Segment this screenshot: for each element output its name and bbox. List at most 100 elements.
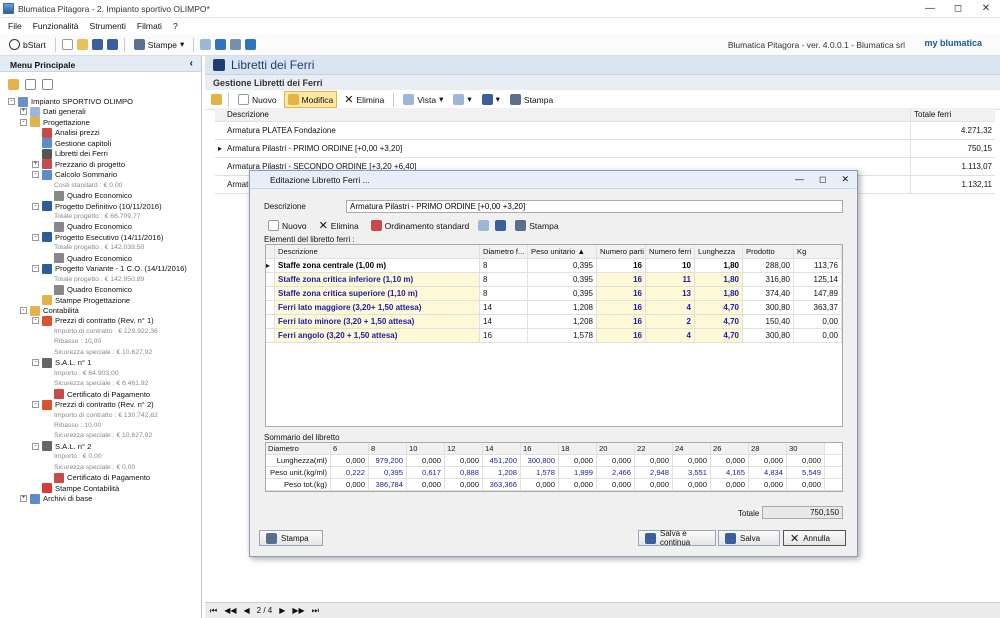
prev-page-icon[interactable]: ◀◀ xyxy=(224,606,236,615)
refresh-icon[interactable] xyxy=(200,39,212,50)
tree-item[interactable]: Certificato di Pagamento xyxy=(44,472,150,483)
back-arrow-icon[interactable] xyxy=(215,39,227,50)
tree-item[interactable]: Sicurezza speciale : € 0,00 xyxy=(44,462,135,473)
cell-peso[interactable]: 1,208 xyxy=(528,301,597,314)
tree-item[interactable]: - S.A.L. n° 2 xyxy=(32,441,91,452)
tree-item[interactable]: Totale progetto : € 142.950,89 xyxy=(44,274,144,285)
tree-item[interactable]: Sicurezza speciale : € 6.461,92 xyxy=(44,378,148,389)
expander-icon[interactable]: - xyxy=(32,265,39,273)
cell-ferri[interactable]: 13 xyxy=(646,287,695,300)
cell-desc[interactable]: Staffe zona critica superiore (1,10 m) xyxy=(275,287,480,300)
prev-record-icon[interactable]: ◀ xyxy=(244,606,250,615)
menu-funzionalita[interactable]: Funzionalità xyxy=(33,21,79,31)
tree-item[interactable]: Quadro Economico xyxy=(44,253,132,264)
menu-filmati[interactable]: Filmati xyxy=(137,21,162,31)
home-icon[interactable] xyxy=(230,39,242,50)
cell-peso[interactable]: 1,578 xyxy=(528,329,597,342)
cell-lung[interactable]: 4,70 xyxy=(695,301,743,314)
expander-icon[interactable]: - xyxy=(20,307,27,314)
cell-prod[interactable]: 374,40 xyxy=(743,287,794,300)
export-dropdown[interactable]: ▾ xyxy=(479,92,503,107)
description-input[interactable] xyxy=(346,200,843,213)
next-page-icon[interactable]: ▶▶ xyxy=(292,606,304,615)
nuovo-element-button[interactable]: Nuovo xyxy=(265,218,310,233)
cell-peso[interactable]: 1,208 xyxy=(528,315,597,328)
tree-item[interactable]: Importo di contratto : € 129.922,36 xyxy=(44,326,158,337)
stampe-dropdown[interactable]: Stampe ▾ xyxy=(131,37,188,52)
tree-item[interactable]: - Progettazione xyxy=(20,117,90,128)
tree-item[interactable]: Analisi prezzi xyxy=(32,127,100,138)
tree-item[interactable]: Sicurezza speciale : € 10.627,92 xyxy=(44,347,152,358)
new-file-icon[interactable] xyxy=(61,39,73,50)
column-prodotto[interactable]: Prodotto xyxy=(743,245,794,258)
cell-prod[interactable]: 316,80 xyxy=(743,273,794,286)
stampa-element-button[interactable]: Stampa xyxy=(512,218,561,233)
cell-parti[interactable]: 16 xyxy=(597,259,646,272)
tree-item[interactable]: Certificato di Pagamento xyxy=(44,389,150,400)
cell-parti[interactable]: 16 xyxy=(597,301,646,314)
cell-prod[interactable]: 288,00 xyxy=(743,259,794,272)
elimina-element-button[interactable]: ✕ Elimina xyxy=(316,217,362,234)
collapse-sidebar-icon[interactable]: ‹ xyxy=(190,58,193,69)
expander-icon[interactable]: + xyxy=(20,495,27,503)
cell-parti[interactable]: 16 xyxy=(597,287,646,300)
dialog-minimize-button[interactable]: — xyxy=(795,174,804,185)
tree-item[interactable]: Quadro Economico xyxy=(44,221,132,232)
collapse-all-icon[interactable] xyxy=(42,78,53,90)
element-row[interactable]: ▸ Staffe zona centrale (1,00 m) 8 0,395 16 10… xyxy=(266,259,842,273)
cell-kg[interactable]: 125,14 xyxy=(794,273,842,286)
element-row[interactable]: Staffe zona critica inferiore (1,10 m) 8 0… xyxy=(266,273,842,287)
tree-item[interactable]: - Contabilità xyxy=(20,305,79,316)
cell-desc[interactable]: Staffe zona centrale (1,00 m) xyxy=(275,259,480,272)
tree-item[interactable]: Sicurezza speciale : € 10.627,92 xyxy=(44,430,152,441)
annulla-button[interactable]: ✕ Annulla xyxy=(783,530,846,546)
tree-item[interactable]: - Prezzi di contratto (Rev. n° 1) xyxy=(32,315,154,326)
tree-item[interactable]: Importo : € 64.903,00 xyxy=(44,368,119,379)
element-row[interactable]: Ferri lato minore (3,20 + 1,50 attesa) 14… xyxy=(266,315,842,329)
table-row[interactable]: Armatura PLATEA Fondazione 4.271,32 xyxy=(215,122,995,140)
cell-kg[interactable]: 0,00 xyxy=(794,329,842,342)
dialog-stampa-button[interactable]: Stampa xyxy=(259,530,323,546)
open-folder-icon[interactable] xyxy=(76,39,88,50)
table-row[interactable]: ▸ Armatura Pilastri - PRIMO ORDINE [+0,00… xyxy=(215,140,995,158)
layout-icon[interactable] xyxy=(478,220,490,231)
cell-diam[interactable]: 8 xyxy=(480,273,528,286)
cell-peso[interactable]: 0,395 xyxy=(528,273,597,286)
tree-item[interactable]: Libretti dei Ferri xyxy=(32,148,108,159)
cell-desc[interactable]: Ferri lato maggiore (3,20+ 1,50 attesa) xyxy=(275,301,480,314)
tree-item[interactable]: Costi standard : € 0,00 xyxy=(44,180,122,191)
maximize-button[interactable]: ◻ xyxy=(944,0,972,18)
expander-icon[interactable]: - xyxy=(32,442,39,450)
tree-item[interactable]: - Impianto SPORTIVO OLIMPO xyxy=(8,96,133,107)
salva-e-continua-button[interactable]: Salva e continua xyxy=(638,529,716,547)
cell-peso[interactable]: 0,395 xyxy=(528,287,597,300)
element-row[interactable]: Staffe zona critica superiore (1,10 m) 8 0… xyxy=(266,287,842,301)
save-icon[interactable] xyxy=(91,39,103,50)
tree-item[interactable]: - Calcolo Sommario xyxy=(32,169,117,180)
modifica-button[interactable]: Modifica xyxy=(283,91,338,108)
expander-icon[interactable]: - xyxy=(32,401,39,409)
tree-item[interactable]: Importo : € 0,00 xyxy=(44,451,102,462)
dialog-maximize-button[interactable]: ◻ xyxy=(819,174,826,185)
cell-lung[interactable]: 4,70 xyxy=(695,329,743,342)
tree-item[interactable]: - Progetto Esecutivo (14/11/2016) xyxy=(32,232,163,243)
column-numero-ferri[interactable]: Numero ferri xyxy=(646,245,695,258)
cell-desc[interactable]: Ferri lato minore (3,20 + 1,50 attesa) xyxy=(275,315,480,328)
column-diametro[interactable]: Diametro f... xyxy=(480,245,528,258)
tree-item[interactable]: - Progetto Variante - 1 C.O. (14/11/2016) xyxy=(32,263,187,274)
tree-item[interactable]: Ribasso : 10,00 xyxy=(44,420,101,431)
cell-ferri[interactable]: 2 xyxy=(646,315,695,328)
expander-icon[interactable]: - xyxy=(32,359,39,367)
cell-diam[interactable]: 14 xyxy=(480,315,528,328)
expand-all-icon[interactable] xyxy=(25,78,36,90)
cell-desc[interactable]: Ferri angolo (3,20 + 1,50 attesa) xyxy=(275,329,480,342)
tree-item[interactable]: Stampe Progettazione xyxy=(32,295,130,306)
cell-diam[interactable]: 14 xyxy=(480,301,528,314)
sync-icon[interactable] xyxy=(211,94,222,105)
column-descrizione[interactable]: Descrizione xyxy=(275,245,480,258)
element-row[interactable]: Ferri angolo (3,20 + 1,50 attesa) 16 1,578… xyxy=(266,329,842,343)
layout-dropdown[interactable]: ▾ xyxy=(450,92,474,107)
cell-prod[interactable]: 150,40 xyxy=(743,315,794,328)
expander-icon[interactable]: + xyxy=(32,160,39,168)
menu-file[interactable]: File xyxy=(8,21,22,31)
